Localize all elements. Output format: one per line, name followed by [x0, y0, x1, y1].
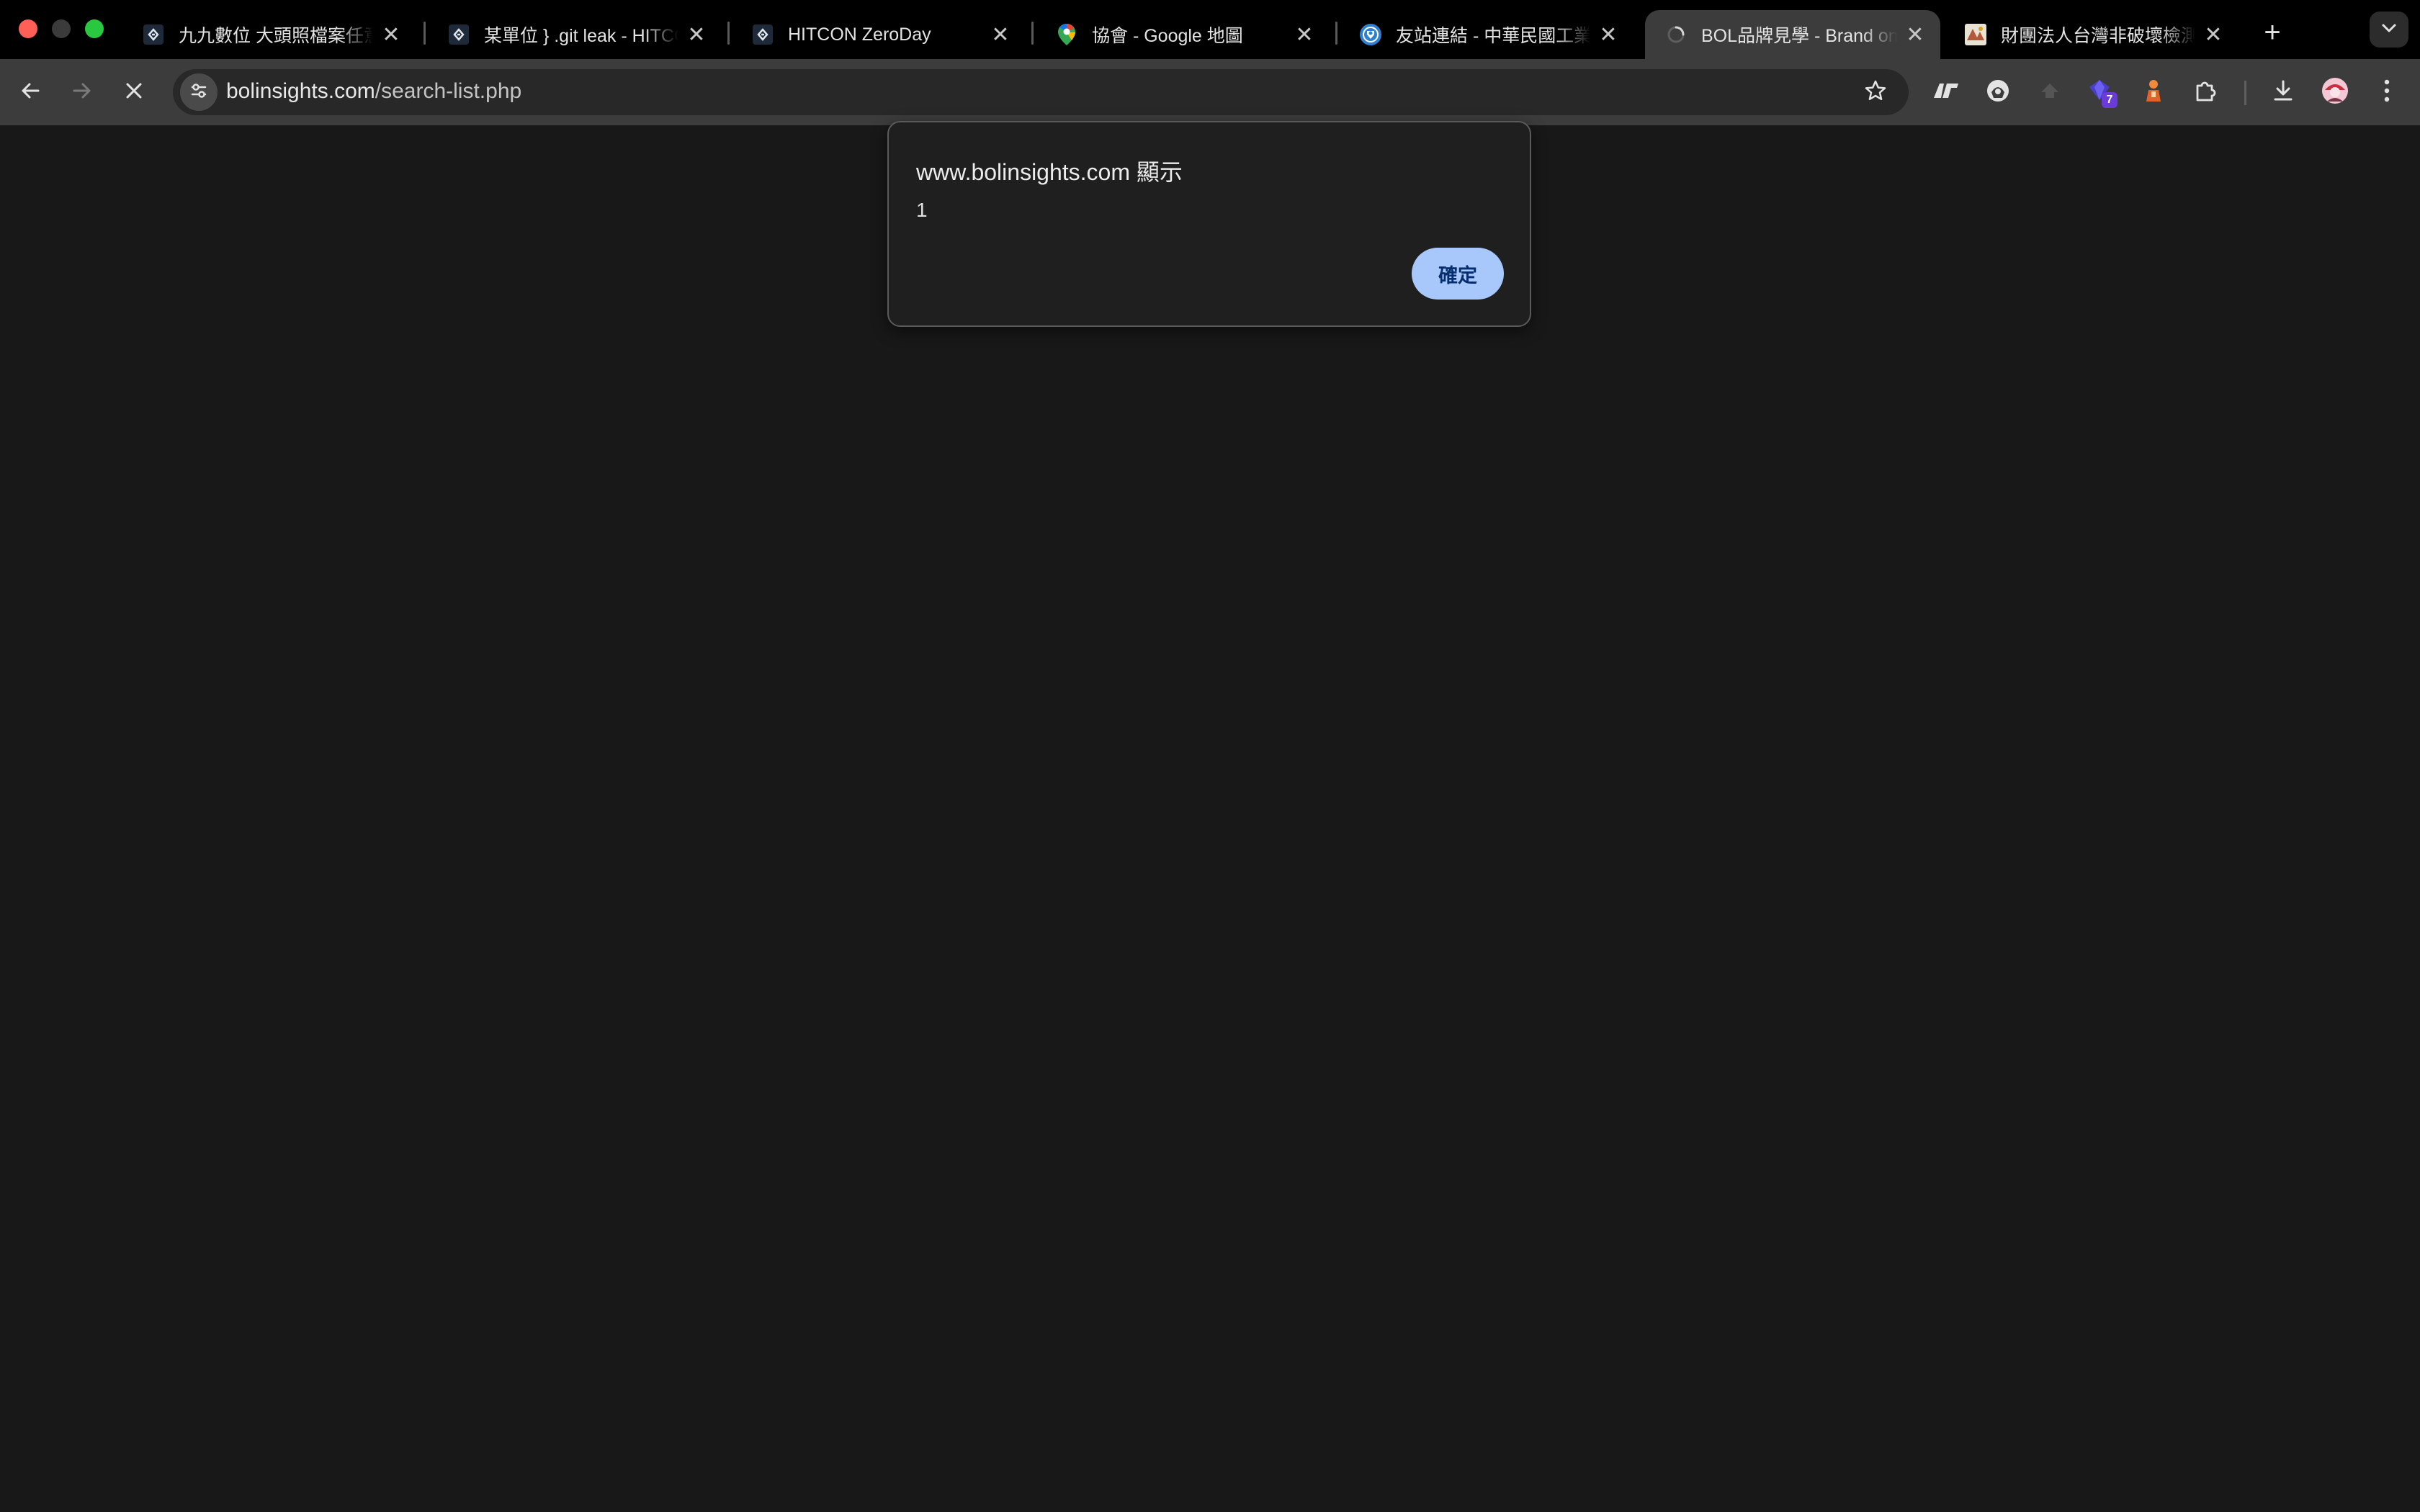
puzzle-icon — [2193, 78, 2218, 107]
extension-badge: 7 — [2102, 92, 2118, 108]
download-icon — [2271, 78, 2295, 107]
toolbar-divider — [2244, 81, 2246, 105]
extension-disabled-icon — [2040, 82, 2060, 103]
tab[interactable]: 某單位 } .git leak - HITCON ZeroDay ✕ — [428, 10, 722, 59]
tab-strip: 九九數位 大頭照檔案任意下載 ✕ 某單位 } .git leak - HITCO… — [0, 0, 2420, 59]
ok-button[interactable]: 確定 — [1412, 248, 1504, 300]
tune-icon — [188, 80, 210, 105]
stop-loading-button[interactable] — [114, 72, 154, 112]
extension-button[interactable] — [1929, 75, 1963, 109]
tab[interactable]: 協會 - Google 地圖 ✕ — [1036, 10, 1330, 59]
site-logo-icon — [1963, 22, 1988, 47]
bookmark-star-button[interactable] — [1858, 75, 1893, 109]
tab-close-icon[interactable]: ✕ — [684, 22, 709, 47]
arrow-right-icon — [71, 79, 94, 106]
back-button[interactable] — [10, 72, 50, 112]
close-icon — [124, 81, 144, 104]
tab-separator — [1031, 22, 1034, 45]
tab[interactable]: HITCON ZeroDay ✕ — [732, 10, 1026, 59]
extension-button[interactable] — [1981, 75, 2015, 109]
tab-title: 某單位 } .git leak - HITCON ZeroDay — [484, 26, 678, 46]
window-maximize-button[interactable] — [85, 19, 104, 38]
tab-close-icon[interactable]: ✕ — [379, 22, 403, 47]
shield-helmet-icon — [1985, 78, 2011, 107]
tab-close-icon[interactable]: ✕ — [988, 22, 1013, 47]
forward-button[interactable] — [62, 72, 102, 112]
new-tab-button[interactable]: + — [2254, 14, 2290, 50]
star-icon — [1864, 79, 1887, 106]
url-host: bolinsights.com — [226, 79, 375, 103]
tab-search-button[interactable] — [2370, 12, 2408, 48]
extension-button[interactable] — [2033, 75, 2067, 109]
window-minimize-button[interactable] — [52, 19, 71, 38]
window-close-button[interactable] — [19, 19, 37, 38]
dialog-message: 1 — [916, 199, 928, 221]
profile-button[interactable] — [2318, 75, 2352, 109]
browser-menu-button[interactable] — [2370, 75, 2404, 109]
extension-gem-icon: 7 — [2087, 78, 2118, 108]
browser-toolbar: bolinsights.com/search-list.php 7 — [0, 59, 2420, 125]
extension-figure-icon — [2143, 78, 2164, 107]
extensions-menu-button[interactable] — [2188, 75, 2223, 109]
url-text[interactable]: bolinsights.com/search-list.php — [226, 79, 521, 104]
google-maps-icon — [1054, 22, 1079, 47]
tab[interactable]: 九九數位 大頭照檔案任意下載 ✕ — [122, 10, 416, 59]
extension-button[interactable]: 7 — [2084, 75, 2119, 109]
hitcon-icon — [141, 22, 166, 47]
tab-close-icon[interactable]: ✕ — [2201, 22, 2226, 47]
extension-button[interactable] — [2136, 75, 2171, 109]
more-vert-icon — [2383, 78, 2390, 107]
loading-spinner-icon — [1664, 22, 1688, 47]
arrow-left-icon — [19, 79, 42, 106]
hitcon-icon — [447, 22, 471, 47]
tab-close-icon[interactable]: ✕ — [1596, 22, 1621, 47]
tab-title: 友站連結 - 中華民國工業安全衛生協會 — [1396, 26, 1590, 46]
address-bar[interactable]: bolinsights.com/search-list.php — [173, 69, 1909, 115]
tab-title: 協會 - Google 地圖 — [1092, 26, 1243, 46]
tab-title: HITCON ZeroDay — [788, 24, 931, 45]
tab-close-icon[interactable]: ✕ — [1292, 22, 1317, 47]
javascript-alert-dialog: www.bolinsights.com 顯示 1 確定 — [887, 121, 1531, 327]
chevron-down-icon — [2380, 22, 2398, 37]
tab-separator — [1335, 22, 1337, 45]
tab-separator — [424, 22, 426, 45]
tab-separator — [727, 22, 730, 45]
tab-active[interactable]: BOL品牌見學 - Brand online ✕ — [1645, 10, 1940, 59]
avatar — [2321, 77, 2349, 108]
downloads-button[interactable] — [2266, 75, 2300, 109]
tab-title: BOL品牌見學 - Brand online — [1701, 26, 1897, 46]
dialog-title: www.bolinsights.com 顯示 — [916, 159, 1183, 185]
hitcon-icon — [750, 22, 775, 47]
site-info-button[interactable] — [180, 73, 218, 111]
tab-title: 九九數位 大頭照檔案任意下載 — [179, 26, 373, 46]
globe-icon — [1358, 22, 1383, 47]
tab-title: 財團法人台灣非破壞檢測協會 — [2001, 26, 2195, 46]
tab[interactable]: 友站連結 - 中華民國工業安全衛生協會 ✕ — [1340, 10, 1634, 59]
tab[interactable]: 財團法人台灣非破壞檢測協會 ✕ — [1945, 10, 2238, 59]
url-path: /search-list.php — [375, 79, 522, 103]
tab-close-icon[interactable]: ✕ — [1903, 22, 1927, 47]
extension-logo-icon — [1932, 82, 1960, 103]
